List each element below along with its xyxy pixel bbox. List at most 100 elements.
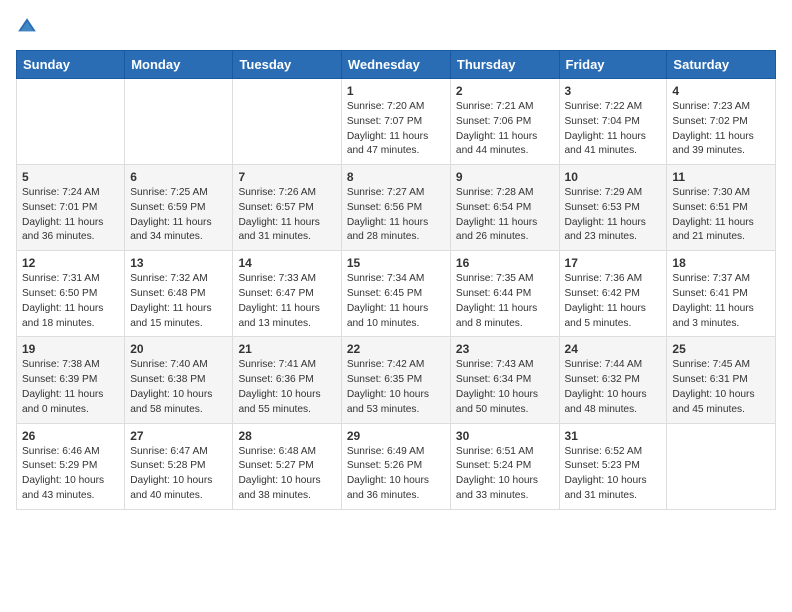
cell-info: Sunrise: 6:49 AMSunset: 5:26 PMDaylight:… (347, 445, 445, 504)
day-number: 18 (672, 256, 770, 270)
day-number: 9 (456, 170, 554, 184)
calendar-cell: 11 Sunrise: 7:30 AMSunset: 6:51 PMDayligh… (667, 165, 776, 251)
day-number: 6 (130, 170, 227, 184)
calendar-cell (667, 423, 776, 509)
cell-info: Sunrise: 7:37 AMSunset: 6:41 PMDaylight:… (672, 272, 770, 331)
calendar-header-row: SundayMondayTuesdayWednesdayThursdayFrid… (17, 51, 776, 79)
calendar-cell: 3 Sunrise: 7:22 AMSunset: 7:04 PMDaylight… (559, 79, 667, 165)
col-header-thursday: Thursday (450, 51, 559, 79)
calendar-week-row: 12 Sunrise: 7:31 AMSunset: 6:50 PMDayligh… (17, 251, 776, 337)
cell-info: Sunrise: 7:38 AMSunset: 6:39 PMDaylight:… (22, 358, 119, 417)
col-header-tuesday: Tuesday (233, 51, 341, 79)
calendar-cell: 5Sunrise: 7:24 AMSunset: 7:01 PMDaylight… (17, 165, 125, 251)
calendar-week-row: 26Sunrise: 6:46 AMSunset: 5:29 PMDayligh… (17, 423, 776, 509)
calendar-cell: 14 Sunrise: 7:33 AMSunset: 6:47 PMDayligh… (233, 251, 341, 337)
calendar-cell: 6 Sunrise: 7:25 AMSunset: 6:59 PMDaylight… (125, 165, 233, 251)
calendar-cell: 17 Sunrise: 7:36 AMSunset: 6:42 PMDayligh… (559, 251, 667, 337)
cell-info: Sunrise: 7:43 AMSunset: 6:34 PMDaylight:… (456, 358, 554, 417)
cell-info: Sunrise: 7:25 AMSunset: 6:59 PMDaylight:… (130, 186, 227, 245)
cell-info: Sunrise: 7:23 AMSunset: 7:02 PMDaylight:… (672, 100, 770, 159)
day-number: 14 (238, 256, 335, 270)
cell-info: Sunrise: 7:32 AMSunset: 6:48 PMDaylight:… (130, 272, 227, 331)
cell-info: Sunrise: 7:40 AMSunset: 6:38 PMDaylight:… (130, 358, 227, 417)
cell-info: Sunrise: 7:33 AMSunset: 6:47 PMDaylight:… (238, 272, 335, 331)
cell-info: Sunrise: 7:34 AMSunset: 6:45 PMDaylight:… (347, 272, 445, 331)
page-header (16, 16, 776, 38)
calendar-cell: 12 Sunrise: 7:31 AMSunset: 6:50 PMDayligh… (17, 251, 125, 337)
col-header-saturday: Saturday (667, 51, 776, 79)
cell-info: Sunrise: 7:45 AMSunset: 6:31 PMDaylight:… (672, 358, 770, 417)
cell-info: Sunrise: 7:27 AMSunset: 6:56 PMDaylight:… (347, 186, 445, 245)
day-number: 10 (565, 170, 662, 184)
calendar-cell (233, 79, 341, 165)
cell-info: Sunrise: 7:24 AMSunset: 7:01 PMDaylight:… (22, 186, 119, 245)
cell-info: Sunrise: 7:36 AMSunset: 6:42 PMDaylight:… (565, 272, 662, 331)
calendar-cell: 29 Sunrise: 6:49 AMSunset: 5:26 PMDayligh… (341, 423, 450, 509)
calendar-cell: 19 Sunrise: 7:38 AMSunset: 6:39 PMDayligh… (17, 337, 125, 423)
day-number: 20 (130, 342, 227, 356)
calendar-cell: 2 Sunrise: 7:21 AMSunset: 7:06 PMDaylight… (450, 79, 559, 165)
col-header-wednesday: Wednesday (341, 51, 450, 79)
cell-info: Sunrise: 6:47 AMSunset: 5:28 PMDaylight:… (130, 445, 227, 504)
day-number: 21 (238, 342, 335, 356)
cell-info: Sunrise: 7:44 AMSunset: 6:32 PMDaylight:… (565, 358, 662, 417)
day-number: 16 (456, 256, 554, 270)
day-number: 11 (672, 170, 770, 184)
calendar-cell: 25 Sunrise: 7:45 AMSunset: 6:31 PMDayligh… (667, 337, 776, 423)
cell-info: Sunrise: 7:21 AMSunset: 7:06 PMDaylight:… (456, 100, 554, 159)
calendar-week-row: 19 Sunrise: 7:38 AMSunset: 6:39 PMDayligh… (17, 337, 776, 423)
cell-info: Sunrise: 7:30 AMSunset: 6:51 PMDaylight:… (672, 186, 770, 245)
day-number: 7 (238, 170, 335, 184)
cell-info: Sunrise: 7:26 AMSunset: 6:57 PMDaylight:… (238, 186, 335, 245)
calendar-cell: 22 Sunrise: 7:42 AMSunset: 6:35 PMDayligh… (341, 337, 450, 423)
calendar-cell: 30 Sunrise: 6:51 AMSunset: 5:24 PMDayligh… (450, 423, 559, 509)
calendar-cell: 18 Sunrise: 7:37 AMSunset: 6:41 PMDayligh… (667, 251, 776, 337)
day-number: 26 (22, 429, 119, 443)
col-header-friday: Friday (559, 51, 667, 79)
calendar-cell: 28Sunrise: 6:48 AMSunset: 5:27 PMDayligh… (233, 423, 341, 509)
day-number: 19 (22, 342, 119, 356)
day-number: 28 (238, 429, 335, 443)
cell-info: Sunrise: 7:35 AMSunset: 6:44 PMDaylight:… (456, 272, 554, 331)
day-number: 3 (565, 84, 662, 98)
calendar-cell (17, 79, 125, 165)
calendar-cell: 10Sunrise: 7:29 AMSunset: 6:53 PMDayligh… (559, 165, 667, 251)
day-number: 29 (347, 429, 445, 443)
calendar-week-row: 1Sunrise: 7:20 AMSunset: 7:07 PMDaylight… (17, 79, 776, 165)
col-header-sunday: Sunday (17, 51, 125, 79)
day-number: 30 (456, 429, 554, 443)
day-number: 24 (565, 342, 662, 356)
calendar-cell: 1Sunrise: 7:20 AMSunset: 7:07 PMDaylight… (341, 79, 450, 165)
cell-info: Sunrise: 7:22 AMSunset: 7:04 PMDaylight:… (565, 100, 662, 159)
calendar-cell: 4 Sunrise: 7:23 AMSunset: 7:02 PMDaylight… (667, 79, 776, 165)
logo-icon (16, 16, 38, 38)
day-number: 1 (347, 84, 445, 98)
day-number: 22 (347, 342, 445, 356)
day-number: 27 (130, 429, 227, 443)
calendar-cell (125, 79, 233, 165)
day-number: 17 (565, 256, 662, 270)
calendar-cell: 31 Sunrise: 6:52 AMSunset: 5:23 PMDayligh… (559, 423, 667, 509)
calendar-cell: 23 Sunrise: 7:43 AMSunset: 6:34 PMDayligh… (450, 337, 559, 423)
cell-info: Sunrise: 7:42 AMSunset: 6:35 PMDaylight:… (347, 358, 445, 417)
calendar-week-row: 5Sunrise: 7:24 AMSunset: 7:01 PMDaylight… (17, 165, 776, 251)
day-number: 2 (456, 84, 554, 98)
cell-info: Sunrise: 6:51 AMSunset: 5:24 PMDaylight:… (456, 445, 554, 504)
day-number: 25 (672, 342, 770, 356)
cell-info: Sunrise: 7:28 AMSunset: 6:54 PMDaylight:… (456, 186, 554, 245)
calendar-cell: 21Sunrise: 7:41 AMSunset: 6:36 PMDayligh… (233, 337, 341, 423)
calendar-table: SundayMondayTuesdayWednesdayThursdayFrid… (16, 50, 776, 510)
col-header-monday: Monday (125, 51, 233, 79)
day-number: 15 (347, 256, 445, 270)
day-number: 13 (130, 256, 227, 270)
calendar-cell: 24 Sunrise: 7:44 AMSunset: 6:32 PMDayligh… (559, 337, 667, 423)
day-number: 23 (456, 342, 554, 356)
day-number: 4 (672, 84, 770, 98)
cell-info: Sunrise: 7:31 AMSunset: 6:50 PMDaylight:… (22, 272, 119, 331)
cell-info: Sunrise: 6:52 AMSunset: 5:23 PMDaylight:… (565, 445, 662, 504)
day-number: 31 (565, 429, 662, 443)
calendar-cell: 9 Sunrise: 7:28 AMSunset: 6:54 PMDaylight… (450, 165, 559, 251)
day-number: 12 (22, 256, 119, 270)
calendar-cell: 26Sunrise: 6:46 AMSunset: 5:29 PMDayligh… (17, 423, 125, 509)
calendar-cell: 16 Sunrise: 7:35 AMSunset: 6:44 PMDayligh… (450, 251, 559, 337)
